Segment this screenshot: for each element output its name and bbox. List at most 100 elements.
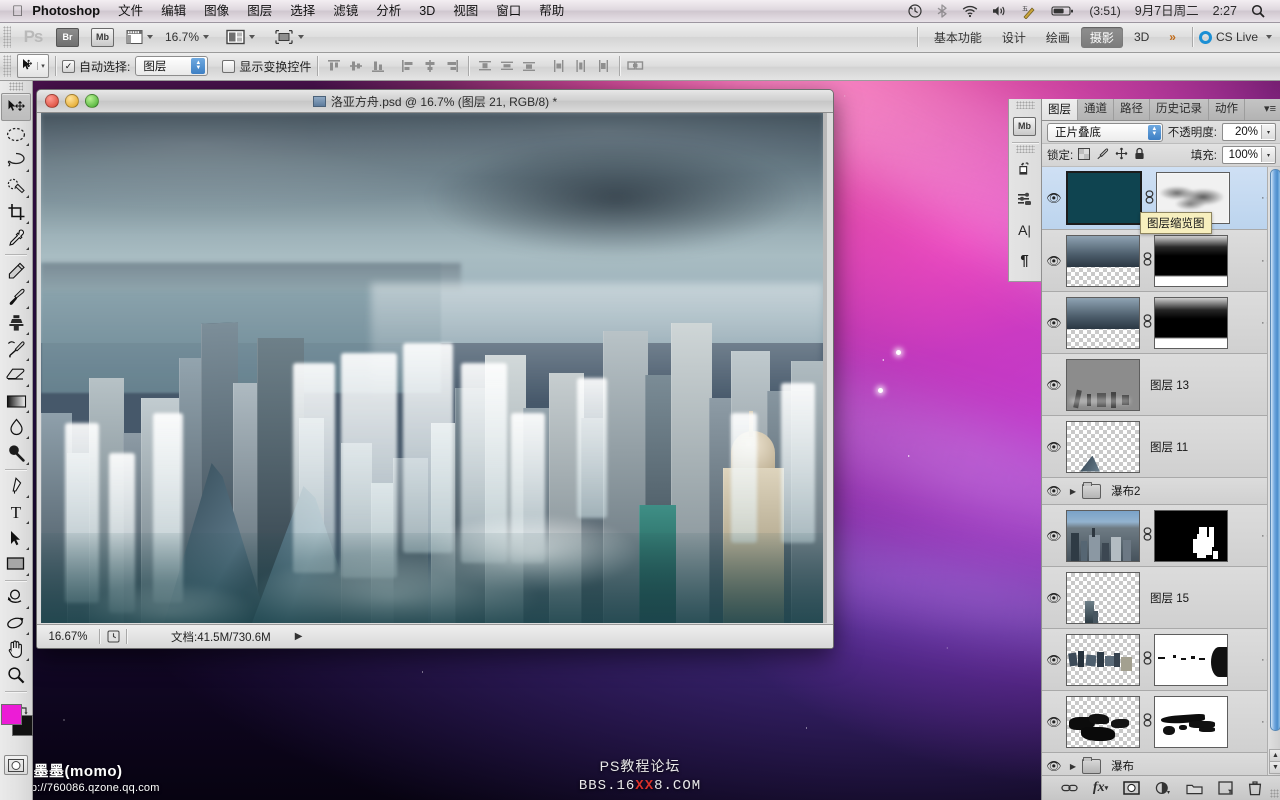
- canvas-area[interactable]: [41, 113, 827, 623]
- workspace-tab-painting[interactable]: 绘画: [1037, 27, 1079, 48]
- tool-path-selection[interactable]: [2, 525, 30, 551]
- workspace-more-button[interactable]: »: [1160, 28, 1185, 46]
- view-extras-button[interactable]: [123, 26, 156, 48]
- layer-mask-thumbnail[interactable]: [1154, 633, 1228, 686]
- layer-visibility-icon[interactable]: 👁: [1042, 653, 1066, 667]
- opacity-field[interactable]: 20% ▾: [1222, 123, 1276, 141]
- mini-bridge-panel-button[interactable]: Mb: [1009, 111, 1040, 141]
- new-group-icon[interactable]: [1186, 782, 1203, 795]
- layer-list-scrollbar[interactable]: ▲ ▼: [1267, 167, 1280, 775]
- layer-visibility-icon[interactable]: 👁: [1042, 715, 1066, 729]
- tab-channels[interactable]: 通道: [1078, 99, 1114, 120]
- auto-select-checkbox[interactable]: ✓: [62, 59, 75, 73]
- tool-rectangle[interactable]: [2, 551, 30, 577]
- distribute-vertical-centers-icon[interactable]: [497, 56, 517, 76]
- tool-crop[interactable]: [2, 199, 30, 225]
- align-right-edges-icon[interactable]: [442, 56, 462, 76]
- layer-thumbnail[interactable]: [1066, 633, 1140, 686]
- document-window[interactable]: 洛亚方舟.psd @ 16.7% (图层 21, RGB/8) * 16.67%…: [36, 89, 834, 649]
- apple-icon[interactable]: : [12, 4, 23, 19]
- workspace-tab-3d[interactable]: 3D: [1125, 28, 1158, 46]
- layer-row[interactable]: 👁: [1042, 505, 1280, 567]
- auto-align-layers-icon[interactable]: [626, 56, 646, 76]
- layer-row[interactable]: 👁 ···: [1042, 230, 1280, 292]
- group-disclosure-triangle-icon[interactable]: ▶: [1066, 487, 1080, 496]
- current-tool-button[interactable]: ▾: [17, 54, 49, 78]
- layer-visibility-icon[interactable]: 👁: [1042, 440, 1066, 454]
- scroll-down-icon[interactable]: ▼: [1269, 761, 1280, 774]
- layer-thumbnail[interactable]: [1066, 509, 1140, 562]
- menu-item-window[interactable]: 窗口: [487, 0, 530, 22]
- layer-name[interactable]: 图层 13: [1140, 377, 1189, 393]
- layer-row[interactable]: 👁: [1042, 691, 1280, 753]
- layer-name[interactable]: 图层 15: [1140, 590, 1189, 606]
- layer-thumbnail[interactable]: [1066, 171, 1142, 225]
- tool-history-brush[interactable]: [2, 336, 30, 362]
- layer-thumbnail[interactable]: [1066, 358, 1140, 411]
- dock-gripper[interactable]: [1016, 145, 1035, 153]
- layer-row[interactable]: 👁 ···: [1042, 292, 1280, 354]
- tool-3d-camera-rotate[interactable]: [2, 610, 30, 636]
- tool-type[interactable]: T: [2, 499, 30, 525]
- add-layer-mask-icon[interactable]: [1123, 781, 1140, 795]
- minimize-button[interactable]: [65, 94, 79, 108]
- layer-mask-link-icon[interactable]: [1140, 314, 1154, 331]
- appbar-gripper[interactable]: [3, 26, 11, 48]
- bluetooth-icon[interactable]: [929, 0, 955, 22]
- tool-3d-object-rotate[interactable]: [2, 584, 30, 610]
- layer-mask-link-icon[interactable]: [1140, 651, 1154, 668]
- distribute-right-edges-icon[interactable]: [593, 56, 613, 76]
- tool-eyedropper[interactable]: [2, 225, 30, 251]
- menu-item-3d[interactable]: 3D: [410, 0, 444, 22]
- layer-visibility-icon[interactable]: 👁: [1042, 484, 1066, 498]
- layer-mask-thumbnail[interactable]: [1154, 509, 1228, 562]
- toolbar-gripper[interactable]: [9, 82, 23, 91]
- character-panel-button[interactable]: A |: [1009, 215, 1040, 245]
- layer-visibility-icon[interactable]: 👁: [1042, 759, 1066, 773]
- tool-pen[interactable]: [2, 473, 30, 499]
- workspace-tab-design[interactable]: 设计: [993, 27, 1035, 48]
- zoom-button[interactable]: [85, 94, 99, 108]
- layer-group-row[interactable]: 👁 ▶ 瀑布2: [1042, 478, 1280, 505]
- tool-blur[interactable]: [2, 414, 30, 440]
- layer-name[interactable]: 图层 11: [1140, 439, 1188, 455]
- menu-item-edit[interactable]: 编辑: [152, 0, 195, 22]
- appbar-zoom-level[interactable]: 16.7%: [165, 30, 199, 44]
- layer-thumbnail[interactable]: [1066, 234, 1140, 287]
- tab-actions[interactable]: 动作: [1209, 99, 1245, 120]
- auto-select-scope-select[interactable]: 图层 ▲ ▼: [135, 56, 209, 76]
- wifi-icon[interactable]: [955, 0, 985, 22]
- status-bar-menu-triangle[interactable]: ▶: [295, 631, 303, 642]
- layer-mask-thumbnail[interactable]: [1154, 296, 1228, 349]
- tool-spot-healing-brush[interactable]: [2, 258, 30, 284]
- tool-brush[interactable]: [2, 284, 30, 310]
- layer-mask-link-icon[interactable]: [1142, 189, 1156, 207]
- layer-visibility-icon[interactable]: 👁: [1042, 254, 1066, 268]
- document-zoom-value[interactable]: 16.67%: [37, 631, 99, 643]
- menu-item-help[interactable]: 帮助: [530, 0, 573, 22]
- align-vertical-centers-icon[interactable]: [346, 56, 366, 76]
- document-title-bar[interactable]: 洛亚方舟.psd @ 16.7% (图层 21, RGB/8) *: [37, 90, 833, 113]
- layer-group-row[interactable]: 👁 ▶ 瀑布: [1042, 753, 1280, 775]
- scrollbar-thumb[interactable]: [1270, 169, 1280, 731]
- layer-row[interactable]: 👁 图层 11: [1042, 416, 1280, 478]
- fill-field[interactable]: 100% ▾: [1222, 146, 1276, 164]
- menu-item-image[interactable]: 图像: [195, 0, 238, 22]
- dock-gripper[interactable]: [1016, 101, 1035, 109]
- optionsbar-gripper[interactable]: [3, 55, 11, 77]
- link-layers-icon[interactable]: [1061, 782, 1078, 794]
- menu-item-layer[interactable]: 图层: [238, 0, 281, 22]
- distribute-left-edges-icon[interactable]: [549, 56, 569, 76]
- tool-lasso[interactable]: [2, 147, 30, 173]
- layer-visibility-icon[interactable]: 👁: [1042, 529, 1066, 543]
- new-adjustment-layer-icon[interactable]: ▾: [1155, 781, 1171, 795]
- layer-thumbnail[interactable]: [1066, 420, 1140, 473]
- paragraph-panel-button[interactable]: ¶: [1009, 245, 1040, 275]
- document-canvas[interactable]: [41, 113, 823, 623]
- chevron-down-icon[interactable]: [203, 35, 210, 39]
- layer-group-name[interactable]: 瀑布2: [1101, 483, 1140, 499]
- show-transform-controls-checkbox[interactable]: [222, 59, 236, 73]
- tab-layers[interactable]: 图层: [1042, 99, 1078, 120]
- layer-visibility-icon[interactable]: 👁: [1042, 378, 1066, 392]
- distribute-horizontal-centers-icon[interactable]: [571, 56, 591, 76]
